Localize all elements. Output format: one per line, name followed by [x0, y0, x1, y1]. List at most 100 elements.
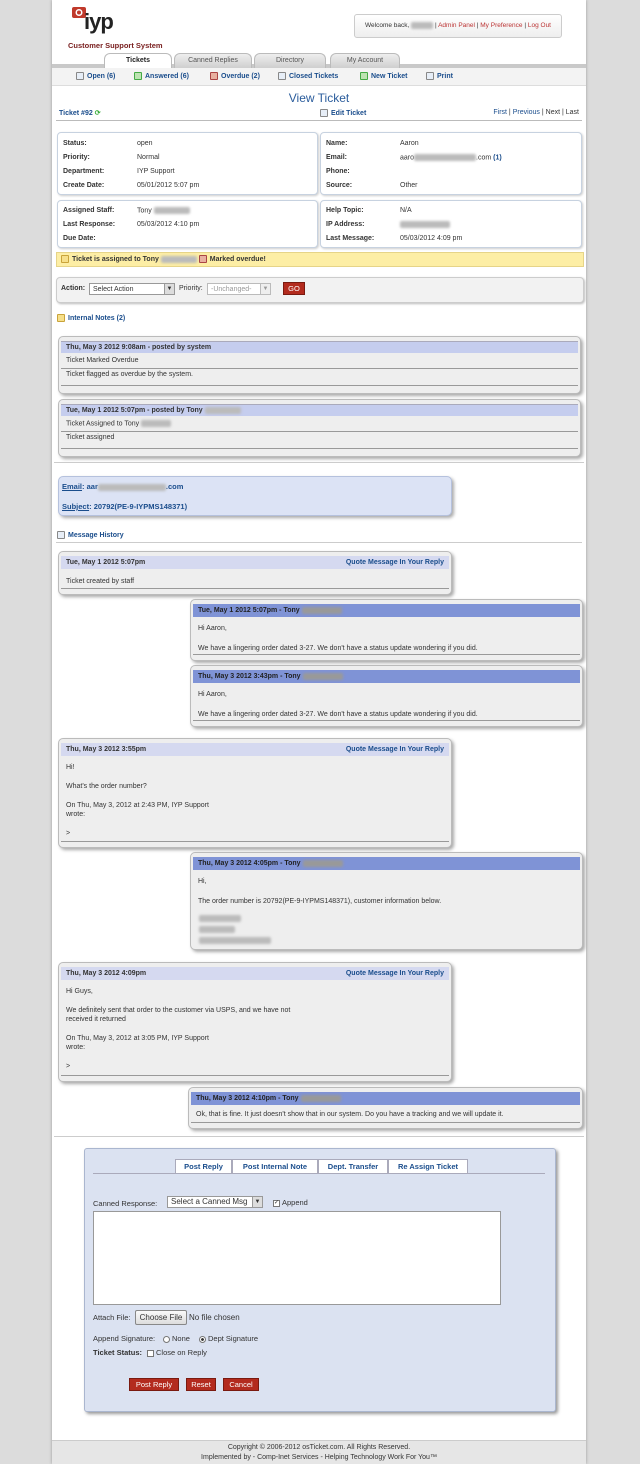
canned-response-label: Canned Response:: [93, 1199, 158, 1208]
quote-message-link[interactable]: Quote Message In Your Reply: [346, 556, 444, 569]
nav-answered[interactable]: Answered (6): [134, 72, 189, 80]
assigned-notice: Ticket is assigned to Tony: [72, 256, 159, 263]
canned-response-select[interactable]: Select a Canned Msg ▼: [167, 1196, 263, 1208]
new-ticket-icon: [360, 72, 368, 80]
logout-link[interactable]: Log Out: [528, 22, 551, 29]
message-header: Thu, May 3 2012 4:09pm Quote Message In Y…: [61, 967, 449, 980]
redacted-email: [97, 483, 166, 491]
append-checkbox[interactable]: ✓ Append: [273, 1198, 308, 1207]
reply-panel: Post Reply Post Internal Note Dept. Tran…: [84, 1148, 556, 1412]
priority-select-label: Priority:: [179, 285, 203, 292]
admin-panel-link[interactable]: Admin Panel: [438, 22, 475, 29]
copyright-text: Copyright © 2006-2012 osTicket.com. All …: [227, 1444, 411, 1451]
ticket-number-link[interactable]: Ticket #92 ⟳: [59, 109, 101, 117]
checkbox-icon[interactable]: [147, 1349, 154, 1357]
message-divider: [61, 841, 449, 842]
redacted-username: [411, 21, 434, 29]
checkbox-checked-icon[interactable]: ✓: [273, 1199, 280, 1207]
response-body: Hi Aaron, We have a lingering order date…: [198, 691, 478, 718]
redacted-customer-info: [199, 915, 271, 944]
tab-re-assign-ticket[interactable]: Re Assign Ticket: [388, 1159, 468, 1174]
redacted-staff: [204, 406, 241, 414]
nav-new-ticket[interactable]: New Ticket: [360, 72, 407, 80]
close-on-reply-checkbox[interactable]: Close on Reply: [147, 1348, 207, 1357]
tab-post-reply[interactable]: Post Reply: [175, 1159, 232, 1174]
signature-dept-radio[interactable]: Dept Signature: [199, 1334, 258, 1343]
signature-none-radio[interactable]: None: [163, 1334, 190, 1343]
help-topic-label: Help Topic:: [326, 207, 364, 214]
tab-tickets[interactable]: Tickets: [104, 53, 172, 69]
nav-print[interactable]: Print: [426, 72, 453, 80]
note-header: Tue, May 1 2012 5:07pm - posted by Tony: [61, 404, 578, 416]
pager-next[interactable]: Next: [546, 109, 560, 116]
history-icon: [57, 531, 65, 539]
edit-ticket-link[interactable]: Edit Ticket: [320, 109, 366, 117]
message-divider: [61, 588, 449, 589]
redacted-staff: [141, 420, 172, 427]
staff-response: Thu, May 3 2012 4:05pm - Tony Hi, The or…: [190, 852, 583, 950]
page-title: View Ticket: [288, 91, 350, 105]
note-header: Thu, May 3 2012 9:08am - posted by syste…: [61, 341, 578, 353]
priority-select[interactable]: -Unchanged- ▼: [207, 283, 271, 295]
tab-post-internal-note[interactable]: Post Internal Note: [232, 1159, 318, 1174]
internal-notes-heading[interactable]: Internal Notes (2): [57, 314, 125, 322]
nav-open[interactable]: Open (6): [76, 72, 115, 80]
department-value: IYP Support: [137, 168, 175, 175]
pager-first[interactable]: First: [493, 109, 507, 116]
nav-closed[interactable]: Closed Tickets: [278, 72, 338, 80]
refresh-icon[interactable]: ⟳: [95, 110, 101, 117]
email-ticket-count-link[interactable]: (1): [493, 154, 502, 161]
reply-textarea[interactable]: [93, 1211, 501, 1305]
last-message-label: Last Message:: [326, 235, 375, 242]
email-value: aaro .com (1): [400, 154, 502, 162]
priority-label: Priority:: [63, 154, 90, 161]
response-header: Thu, May 3 2012 4:05pm - Tony: [193, 857, 580, 870]
message-header: Thu, May 3 2012 3:55pm Quote Message In Y…: [61, 743, 449, 756]
overdue-notice: Marked overdue!: [209, 256, 266, 263]
pager-last[interactable]: Last: [566, 109, 579, 116]
nav-overdue[interactable]: Overdue (2): [210, 72, 260, 80]
tab-directory[interactable]: Directory: [254, 53, 326, 68]
pager-previous[interactable]: Previous: [513, 109, 540, 116]
attach-file-label: Attach File:: [93, 1313, 131, 1322]
email-line[interactable]: Email: aar .com: [62, 482, 183, 491]
brand-line: Customer Support System: [68, 41, 163, 50]
message-body: Hi Guys, We definitely sent that order t…: [66, 988, 291, 1070]
note-body: Ticket assigned: [61, 434, 578, 449]
ip-address-value: [400, 221, 450, 228]
open-tickets-icon: [76, 72, 84, 80]
tab-dept-transfer[interactable]: Dept. Transfer: [318, 1159, 388, 1174]
radio-selected-icon[interactable]: [199, 1335, 206, 1343]
note-title: Ticket Marked Overdue: [61, 357, 578, 369]
tab-canned-replies[interactable]: Canned Replies: [174, 53, 252, 68]
department-label: Department:: [63, 168, 105, 175]
cancel-button[interactable]: Cancel: [223, 1378, 259, 1391]
quote-message-link[interactable]: Quote Message In Your Reply: [346, 743, 444, 756]
history-end-rule: [54, 1136, 584, 1137]
chevron-down-icon: ▼: [260, 284, 270, 294]
quote-message-link[interactable]: Quote Message In Your Reply: [346, 967, 444, 980]
message-divider: [193, 720, 580, 721]
logo[interactable]: iyp Customer Support System: [68, 4, 170, 50]
choose-file-button[interactable]: Choose File: [135, 1310, 187, 1325]
response-header: Thu, May 3 2012 3:43pm - Tony: [193, 670, 580, 683]
help-topic-value: N/A: [400, 207, 412, 214]
radio-icon[interactable]: [163, 1335, 170, 1343]
folder-icon: [57, 314, 65, 322]
tab-my-account[interactable]: My Account: [330, 53, 400, 68]
action-bar: Action: Select Action ▼ Priority: -Unchan…: [56, 277, 584, 303]
action-select[interactable]: Select Action ▼: [89, 283, 175, 295]
go-button[interactable]: GO: [283, 282, 305, 295]
name-label: Name:: [326, 140, 348, 147]
response-body: Hi Aaron, We have a lingering order date…: [198, 625, 478, 652]
name-value: Aaron: [400, 140, 419, 147]
history-rule: [56, 542, 582, 543]
message-header: Tue, May 1 2012 5:07pm Quote Message In Y…: [61, 556, 449, 569]
reset-button[interactable]: Reset: [186, 1378, 216, 1391]
due-date-label: Due Date:: [63, 235, 96, 242]
post-reply-button[interactable]: Post Reply: [129, 1378, 179, 1391]
my-preference-link[interactable]: My Preference: [480, 22, 522, 29]
reply-tabs-rule: [93, 1173, 545, 1174]
assigned-notice-icon: [61, 255, 69, 264]
response-header: Thu, May 3 2012 4:10pm - Tony: [191, 1092, 580, 1105]
